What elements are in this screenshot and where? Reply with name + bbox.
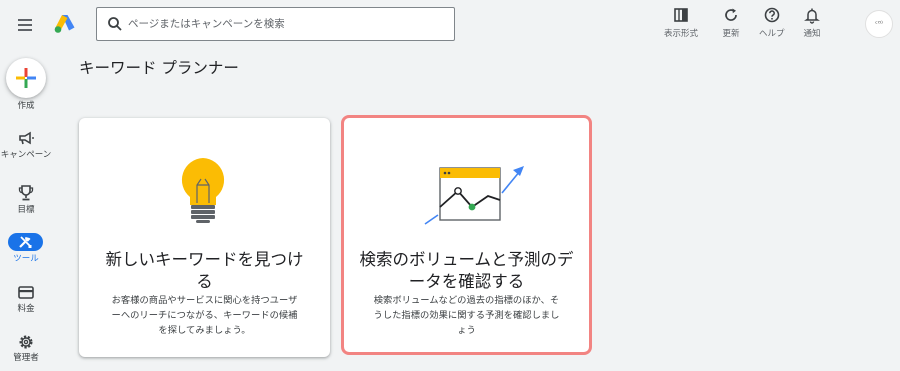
notifications-label: 通知: [803, 29, 821, 39]
trophy-icon: [18, 185, 34, 201]
refresh-icon: [725, 8, 737, 21]
menu-icon-bar: [18, 29, 32, 31]
plus-icon: [16, 68, 36, 88]
nav-label-admin: 管理者: [13, 353, 39, 363]
card-title-line2: る: [196, 272, 213, 291]
card-desc-line1: 検索ボリュームなどの過去の指標のほか、そ: [373, 295, 560, 306]
card-desc-line1: お客様の商品やサービスに関心を持つユーザ: [111, 295, 298, 306]
refresh-label: 更新: [722, 29, 740, 39]
create-label: 作成: [17, 101, 35, 111]
nav-item-goals[interactable]: 目標: [0, 183, 52, 219]
nav-label-tools: ツール: [13, 254, 39, 264]
search-icon: [108, 17, 122, 31]
create-button[interactable]: [6, 58, 46, 98]
refresh-button[interactable]: 更新: [722, 6, 740, 39]
card-desc-line3: を探してみましょう。: [158, 325, 251, 336]
card-title-line1: 新しいキーワードを見つけ: [105, 250, 304, 269]
appearance-icon: [674, 8, 688, 22]
nav-label-billing: 料金: [17, 304, 35, 314]
notification-bell-icon: [804, 8, 820, 24]
google-ads-logo[interactable]: [54, 14, 76, 34]
search-input[interactable]: [128, 13, 446, 35]
avatar-text: ᶜᴼ⁾: [875, 20, 883, 28]
card-desc-line2: うした指標の効果に関する予測を確認しまし: [373, 310, 560, 321]
notifications-button[interactable]: 通知: [803, 6, 821, 39]
card-title-line2: ータを確認する: [408, 272, 525, 291]
nav-item-billing[interactable]: 料金: [0, 283, 52, 319]
forecast-volume-card[interactable]: 検索のボリュームと予測のデ ータを確認する 検索ボリュームなどの過去の指標のほか…: [341, 115, 592, 355]
megaphone-icon: [19, 131, 34, 145]
appearance-label: 表示形式: [664, 29, 699, 39]
trend-chart-icon: [424, 166, 524, 225]
nav-item-campaigns[interactable]: キャンペーン: [0, 128, 52, 174]
discover-keywords-card[interactable]: 新しいキーワードを見つけ る お客様の商品やサービスに関心を持つユーザ ーへのリ…: [79, 118, 330, 357]
main-menu-button[interactable]: [16, 15, 36, 35]
nav-item-tools[interactable]: ツール: [0, 231, 52, 267]
help-button[interactable]: ヘルプ: [759, 6, 785, 39]
tools-active-pill: [8, 233, 43, 251]
menu-icon-bar: [18, 24, 32, 26]
help-icon: [764, 7, 780, 23]
nav-item-admin[interactable]: 管理者: [0, 332, 52, 368]
top-app-bar: 表示形式 更新 ヘルプ 通知 ᶜᴼ⁾: [0, 0, 900, 52]
menu-icon: [18, 19, 32, 21]
lightbulb-icon: [181, 158, 225, 223]
card-title-line1: 検索のボリュームと予測のデ: [359, 250, 574, 269]
credit-card-icon: [18, 286, 34, 299]
search-box[interactable]: [96, 7, 455, 41]
page-title: キーワード プランナー: [79, 59, 239, 77]
account-avatar[interactable]: ᶜᴼ⁾: [865, 10, 893, 38]
appearance-button[interactable]: 表示形式: [664, 6, 698, 39]
nav-label-campaigns: キャンペーン: [0, 150, 52, 160]
card-desc-line3: ょう: [457, 325, 476, 336]
card-desc-line2: ーへのリーチにつながる、キーワードの候補: [111, 310, 298, 321]
help-label: ヘルプ: [759, 29, 785, 39]
nav-label-goals: 目標: [17, 205, 35, 215]
gear-icon: [19, 335, 33, 349]
tools-icon: [19, 236, 32, 248]
